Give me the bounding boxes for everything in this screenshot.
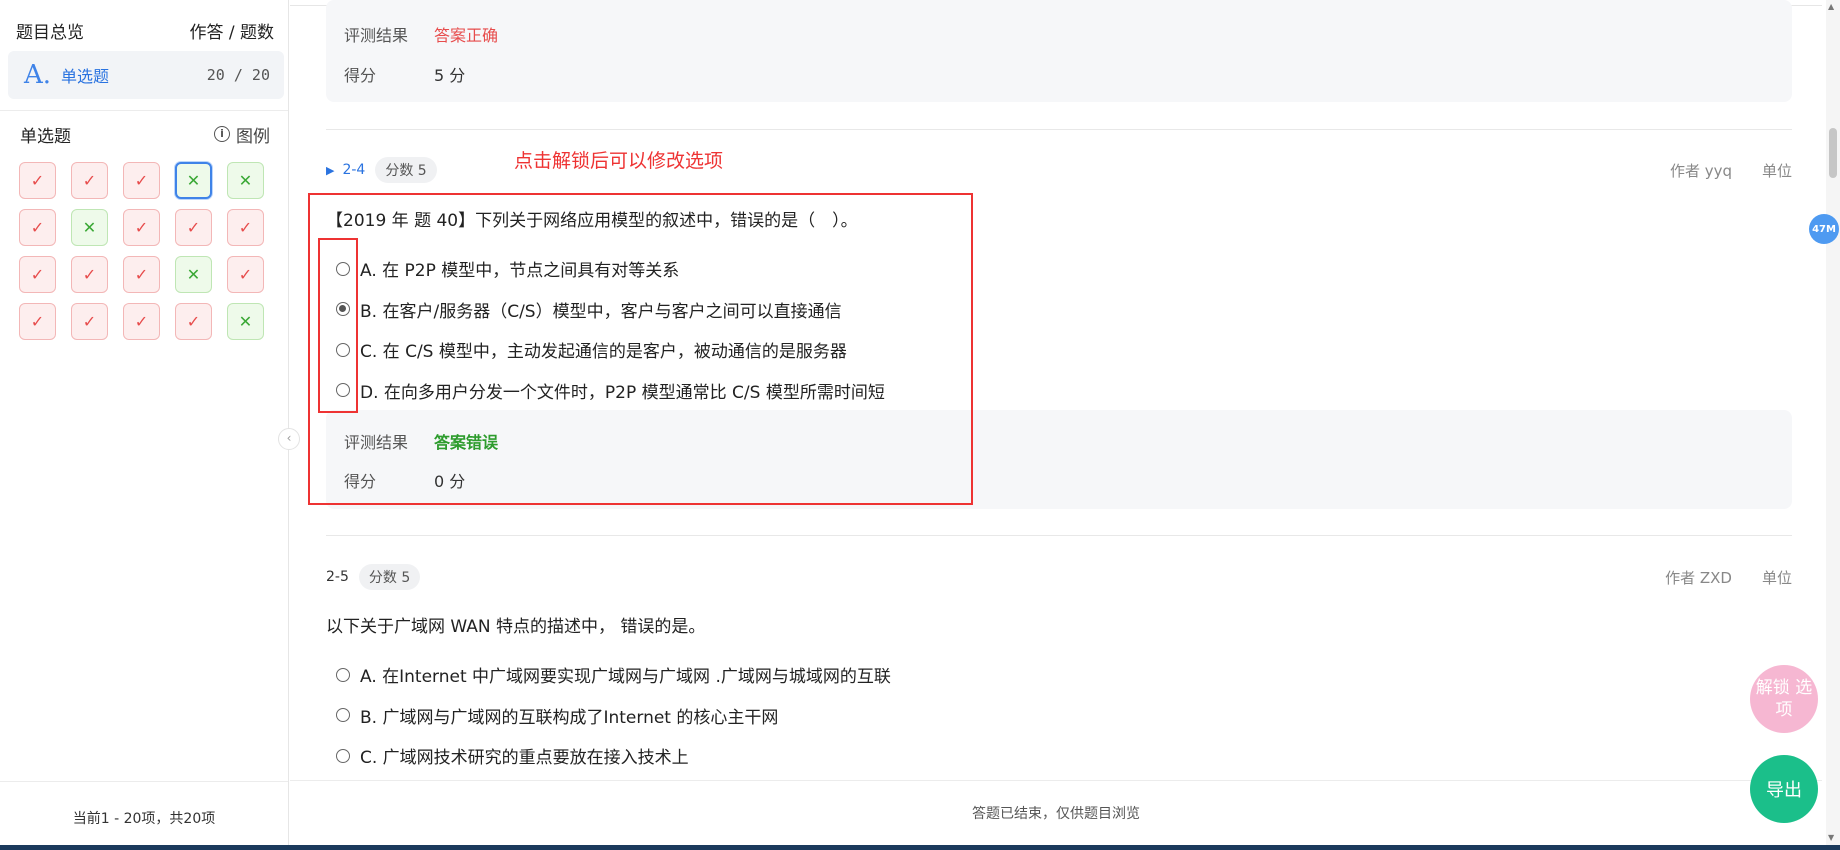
score-badge: 分数 5: [375, 157, 437, 183]
scroll-down-icon[interactable]: ▼: [1828, 833, 1834, 842]
option-label: B. 广域网与广域网的互联构成了Internet 的核心主干网: [360, 707, 779, 728]
status-text: 答题已结束，仅供题目浏览: [972, 806, 1140, 822]
unlock-options-button[interactable]: 解锁 选项: [1750, 665, 1818, 733]
option-a[interactable]: A. 在Internet 中广域网要实现广域网与广域网 .广域网与城域网的互联: [336, 662, 891, 687]
annotation-radio-box: [318, 238, 358, 413]
score-row: 得分 5 分: [344, 62, 465, 86]
question-cell[interactable]: ✕: [175, 162, 212, 199]
question-grid: ✓ ✓ ✓ ✕ ✕ ✓ ✕ ✓ ✓ ✓ ✓ ✓ ✓ ✕ ✓ ✓ ✓ ✓ ✓ ✕: [19, 162, 264, 340]
question-cell[interactable]: ✓: [19, 209, 56, 246]
divider: [326, 535, 1792, 536]
question-cell[interactable]: ✓: [19, 303, 56, 340]
current-marker-icon: ▶: [326, 163, 335, 177]
option-label: C. 广域网技术研究的重点要放在接入技术上: [360, 748, 689, 768]
question-cell[interactable]: ✓: [227, 256, 264, 293]
legend-label: 图例: [236, 126, 270, 147]
scrollbar-thumb[interactable]: [1829, 128, 1837, 178]
radio-button[interactable]: [336, 748, 350, 763]
question-number: 2-4: [342, 162, 366, 178]
question-cell[interactable]: ✓: [123, 256, 160, 293]
score-label: 得分: [344, 66, 377, 85]
unit-label: 单位: [1761, 568, 1792, 587]
overview-title: 题目总览: [16, 22, 84, 43]
question-cell[interactable]: ✓: [227, 209, 264, 246]
question-type-count: 20 / 20: [206, 66, 270, 84]
overview-header: 题目总览 作答 / 题数: [16, 18, 274, 43]
question-cell[interactable]: ✓: [19, 162, 56, 199]
author-label: 作者 yyq: [1669, 161, 1732, 180]
section-header: 单选题 i 图例: [20, 122, 270, 147]
memory-indicator[interactable]: 47M: [1809, 214, 1839, 244]
question-cell[interactable]: ✓: [175, 209, 212, 246]
result-value: 答案正确: [434, 26, 499, 45]
question-cell[interactable]: ✕: [71, 209, 108, 246]
radio-button[interactable]: [336, 667, 350, 682]
question-type-single-choice[interactable]: A. 单选题 20 / 20: [8, 51, 284, 99]
question-cell[interactable]: ✓: [123, 162, 160, 199]
question-type-label: 单选题: [61, 67, 110, 86]
option-c[interactable]: C. 广域网技术研究的重点要放在接入技术上: [336, 743, 689, 768]
question-cell[interactable]: ✕: [175, 256, 212, 293]
question-list: 评测结果 答案正确 得分 5 分 ▶ 2-4 分数 5 作者 yyq 单位 点击…: [290, 0, 1822, 780]
score-badge: 分数 5: [358, 564, 421, 590]
section-title: 单选题: [20, 126, 71, 147]
question-header: 2-5 分数 5 作者 ZXD 单位: [326, 564, 1792, 590]
scrollbar[interactable]: ▲ ▼: [1826, 0, 1840, 850]
prev-result-panel: 评测结果 答案正确 得分 5 分: [326, 0, 1792, 102]
question-cell[interactable]: ✓: [175, 303, 212, 340]
app-window: 题目总览 作答 / 题数 A. 单选题 20 / 20 单选题 i 图例 ✓ ✓ ✓…: [0, 0, 1840, 850]
unit-label: 单位: [1761, 161, 1792, 180]
result-label: 评测结果: [344, 26, 409, 45]
question-cell[interactable]: ✓: [123, 303, 160, 340]
sidebar: 题目总览 作答 / 题数 A. 单选题 20 / 20 单选题 i 图例 ✓ ✓ ✓…: [0, 0, 289, 850]
info-icon: i: [214, 126, 230, 142]
taskbar: [0, 845, 1840, 850]
overview-count-label: 作答 / 题数: [189, 22, 274, 43]
export-button[interactable]: 导出: [1750, 755, 1818, 823]
single-choice-icon: A.: [24, 60, 52, 90]
annotation-box: [308, 193, 973, 505]
author-label: 作者 ZXD: [1665, 568, 1732, 587]
question-cell[interactable]: ✓: [123, 209, 160, 246]
legend-button[interactable]: i 图例: [214, 122, 270, 147]
score-value: 5 分: [434, 66, 466, 85]
annotation-text: 点击解锁后可以修改选项: [514, 150, 724, 172]
question-cell[interactable]: ✕: [227, 162, 264, 199]
scroll-up-icon[interactable]: ▲: [1828, 2, 1834, 11]
question-cell[interactable]: ✓: [71, 303, 108, 340]
question-number: 2-5: [326, 569, 349, 585]
pagination-info: 当前1 - 20项，共20项: [72, 811, 216, 827]
divider: [326, 129, 1792, 130]
question-cell[interactable]: ✓: [19, 256, 56, 293]
divider: [0, 110, 288, 111]
option-b[interactable]: B. 广域网与广域网的互联构成了Internet 的核心主干网: [336, 703, 778, 728]
option-label: A. 在Internet 中广域网要实现广域网与广域网 .广域网与城域网的互联: [360, 667, 891, 687]
question-text: 以下关于广域网 WAN 特点的描述中， 错误的是。: [326, 617, 706, 637]
divider: [0, 781, 288, 782]
question-cell[interactable]: ✕: [227, 303, 264, 340]
question-cell[interactable]: ✓: [71, 162, 108, 199]
status-bar: 答题已结束，仅供题目浏览: [290, 780, 1822, 845]
result-row: 评测结果 答案正确: [344, 22, 498, 46]
radio-button[interactable]: [336, 708, 350, 722]
question-cell[interactable]: ✓: [71, 256, 108, 293]
